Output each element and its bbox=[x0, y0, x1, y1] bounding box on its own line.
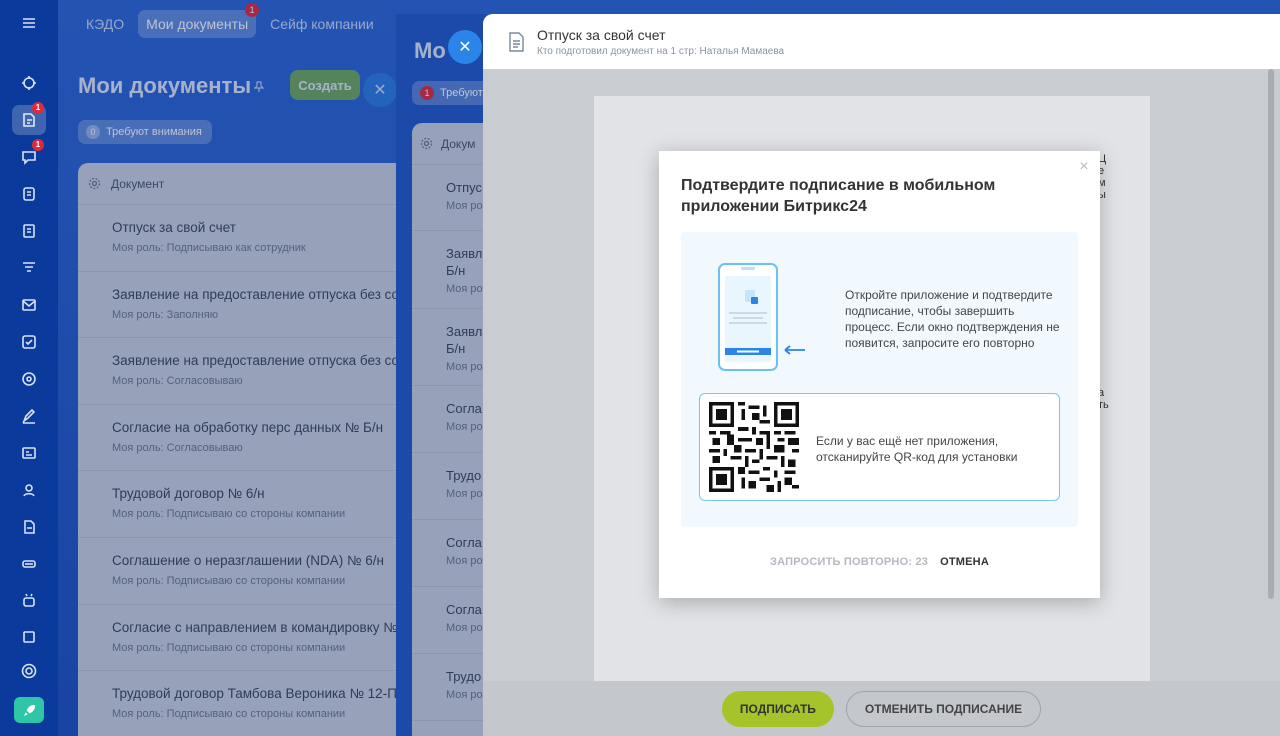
qr-install-box: Если у вас ещё нет приложения, отсканиру… bbox=[699, 393, 1060, 501]
left-sidebar: 1 1 bbox=[0, 0, 58, 736]
sign-icon[interactable] bbox=[12, 401, 46, 431]
file-icon[interactable] bbox=[12, 512, 46, 542]
sign-button[interactable]: ПОДПИСАТЬ bbox=[721, 690, 834, 727]
chat-icon[interactable]: 1 bbox=[12, 139, 46, 172]
second-panel: Мо 1 Требуют Докум Отпус Моя ро Заявле Б/н… bbox=[396, 14, 496, 736]
document-title: Отпуск за свой счет bbox=[537, 26, 666, 43]
document-subtitle: Кто подготовил документ на 1 стр: Наталь… bbox=[537, 45, 785, 57]
contacts-icon[interactable] bbox=[12, 475, 46, 505]
qr-instruction: Если у вас ещё нет приложения, отсканиру… bbox=[816, 433, 1017, 465]
qr-instruction-line2: отсканируйте QR-код для установки bbox=[816, 450, 1018, 464]
menu-icon[interactable] bbox=[12, 8, 46, 38]
calendar-small-icon[interactable] bbox=[12, 622, 46, 652]
target-icon[interactable] bbox=[12, 364, 46, 394]
settings-icon[interactable] bbox=[12, 656, 46, 686]
cancel-signing-button[interactable]: ОТМЕНИТЬ ПОДПИСАНИЕ bbox=[845, 690, 1042, 727]
dialog-title: Подтвердите подписание в мобильном прило… bbox=[681, 177, 996, 215]
mail-icon[interactable] bbox=[12, 290, 46, 320]
qr-code-icon[interactable] bbox=[709, 402, 799, 492]
notes-icon[interactable] bbox=[12, 216, 46, 246]
cancel-button[interactable]: ОТМЕНА bbox=[940, 556, 989, 568]
document-header: Отпуск за свой счет Кто подготовил докум… bbox=[483, 14, 1280, 69]
close-icon[interactable]: × bbox=[1076, 159, 1092, 175]
documents-badge: 1 bbox=[32, 102, 44, 114]
tasks-icon[interactable] bbox=[12, 327, 46, 357]
activity-icon[interactable] bbox=[12, 68, 46, 98]
dialog-actions: ЗАПРОСИТЬ ПОВТОРНО: 23 ОТМЕНА bbox=[659, 556, 1100, 568]
calendar-icon[interactable] bbox=[12, 179, 46, 209]
documents-icon[interactable]: 1 bbox=[12, 102, 46, 135]
document-footer: ПОДПИСАТЬ ОТМЕНИТЬ ПОДПИСАНИЕ bbox=[483, 681, 1280, 736]
instruction-panel: Откройте приложение и подтвердите подпис… bbox=[681, 232, 1078, 527]
second-panel-dim bbox=[396, 14, 496, 736]
rocket-icon[interactable] bbox=[14, 697, 44, 723]
scrollbar[interactable] bbox=[1268, 69, 1274, 599]
storage-icon[interactable] bbox=[12, 549, 46, 579]
robot-icon[interactable] bbox=[12, 586, 46, 616]
filter-icon[interactable] bbox=[12, 253, 46, 283]
document-icon bbox=[509, 31, 524, 52]
close-slider-button[interactable]: ✕ bbox=[448, 30, 482, 64]
chat-badge: 1 bbox=[32, 139, 44, 151]
qr-instruction-line1: Если у вас ещё нет приложения, bbox=[816, 434, 999, 448]
phone-illustration-icon bbox=[718, 263, 805, 371]
mobile-sign-confirm-dialog: × Подтвердите подписание в мобильном при… bbox=[659, 151, 1100, 598]
request-again-button[interactable]: ЗАПРОСИТЬ ПОВТОРНО: 23 bbox=[770, 556, 928, 568]
id-card-icon[interactable] bbox=[12, 438, 46, 468]
instruction-text: Откройте приложение и подтвердите подпис… bbox=[845, 288, 1060, 350]
